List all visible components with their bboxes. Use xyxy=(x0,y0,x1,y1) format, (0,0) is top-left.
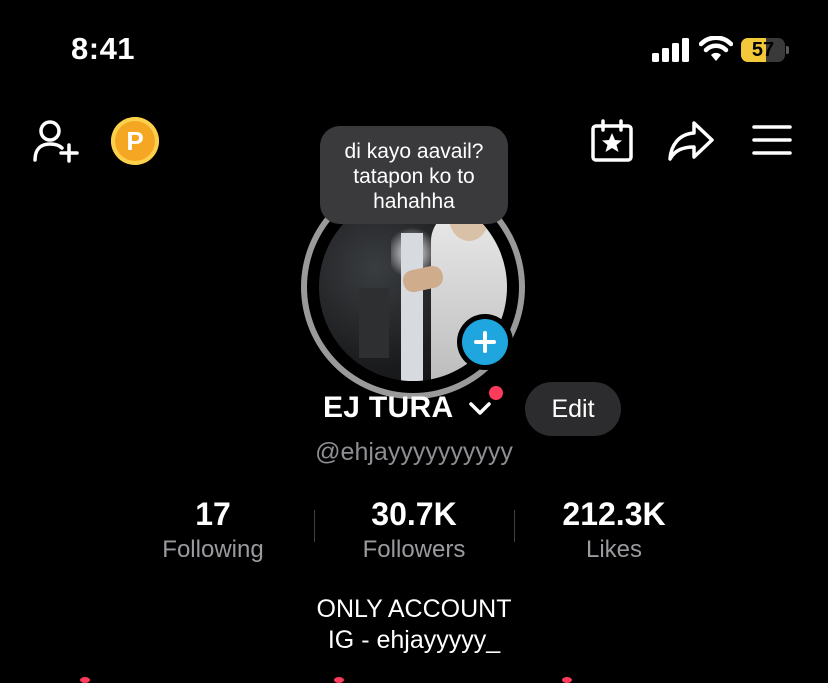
battery-indicator: 57 xyxy=(741,38,789,62)
add-friend-icon[interactable] xyxy=(32,118,80,164)
stat-value: 17 xyxy=(195,496,231,532)
stat-label: Following xyxy=(162,536,264,563)
profile-bio: ONLY ACCOUNT IG - ehjayyyyy_ xyxy=(0,594,828,656)
profile-name[interactable]: EJ TURA xyxy=(323,391,453,425)
coin-label: P xyxy=(126,126,144,156)
menu-icon[interactable] xyxy=(752,124,792,156)
stat-following[interactable]: 17 Following xyxy=(113,496,313,568)
wifi-icon xyxy=(699,36,733,61)
plus-icon xyxy=(462,319,508,365)
calendar-star-icon[interactable] xyxy=(590,119,634,163)
notification-dot xyxy=(489,386,503,400)
stat-label: Followers xyxy=(362,536,466,563)
note-bubble[interactable]: di kayo aavail? tatapon ko to hahahha xyxy=(320,126,508,224)
stat-value: 30.7K xyxy=(371,496,457,532)
coin-icon[interactable]: P xyxy=(111,117,159,165)
stat-label: Likes xyxy=(585,536,643,563)
bottom-accent xyxy=(80,677,90,683)
chevron-down-icon[interactable] xyxy=(468,398,492,418)
add-story-button[interactable] xyxy=(457,314,513,370)
stat-likes[interactable]: 212.3K Likes xyxy=(514,496,714,568)
share-icon[interactable] xyxy=(667,120,715,162)
note-text: di kayo aavail? tatapon ko to hahahha xyxy=(344,140,484,213)
battery-level: 57 xyxy=(751,39,775,61)
stat-followers[interactable]: 30.7K Followers xyxy=(314,496,514,568)
bottom-accent xyxy=(562,677,572,683)
profile-username: @ehjayyyyyyyyyy xyxy=(315,438,513,466)
stat-value: 212.3K xyxy=(562,496,666,532)
bottom-accent xyxy=(334,677,344,683)
cellular-signal-icon xyxy=(652,38,689,62)
edit-profile-button[interactable]: Edit xyxy=(525,382,621,436)
status-time: 8:41 xyxy=(71,31,136,66)
bio-line: IG - ehjayyyyy_ xyxy=(327,626,501,654)
bio-line: ONLY ACCOUNT xyxy=(316,595,512,623)
